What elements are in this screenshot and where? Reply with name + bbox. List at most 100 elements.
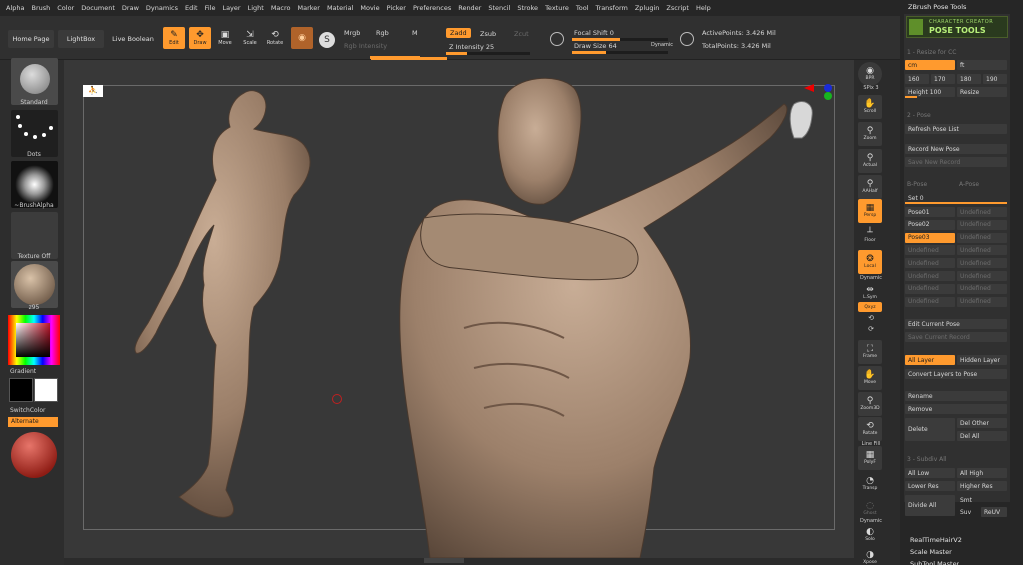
a-pose-slot[interactable]: Undefined bbox=[957, 283, 1007, 294]
draw-mode-button[interactable]: ✥ Draw bbox=[189, 27, 211, 49]
menu-item[interactable]: Marker bbox=[297, 4, 319, 12]
save-current-record-button[interactable]: Save Current Record bbox=[905, 332, 1007, 342]
menu-item[interactable]: Zscript bbox=[666, 4, 689, 12]
zoom3d-button[interactable]: ⚲ Zoom3D bbox=[858, 392, 882, 416]
menu-item[interactable]: Brush bbox=[31, 4, 50, 12]
save-new-record-button[interactable]: Save New Record bbox=[905, 157, 1007, 167]
menu-item[interactable]: Draw bbox=[122, 4, 139, 12]
menu-item[interactable]: Macro bbox=[271, 4, 291, 12]
menu-item[interactable]: Document bbox=[81, 4, 115, 12]
zsub-toggle[interactable]: Zsub bbox=[480, 30, 496, 38]
reuv-button[interactable]: ReUV bbox=[981, 507, 1007, 517]
z-intensity-track[interactable] bbox=[446, 52, 530, 55]
menu-item[interactable]: Movie bbox=[360, 4, 379, 12]
menu-item[interactable]: Stroke bbox=[517, 4, 538, 12]
menu-item[interactable]: File bbox=[205, 4, 216, 12]
convert-layers-button[interactable]: Convert Layers to Pose bbox=[905, 369, 1007, 379]
focal-shift-track[interactable] bbox=[572, 38, 668, 41]
a-pose-slot[interactable]: Undefined bbox=[957, 245, 1007, 256]
menu-item[interactable]: Picker bbox=[387, 4, 406, 12]
zadd-toggle[interactable]: Zadd bbox=[446, 28, 471, 38]
menu-item[interactable]: Light bbox=[248, 4, 264, 12]
a-pose-slot[interactable]: Undefined bbox=[957, 219, 1007, 230]
hidden-layer-toggle[interactable]: Hidden Layer bbox=[957, 355, 1007, 365]
switch-color-button[interactable]: SwitchColor bbox=[10, 407, 70, 414]
home-page-button[interactable]: Home Page bbox=[8, 30, 54, 48]
move-view-button[interactable]: ✋ Move bbox=[858, 366, 882, 390]
a-pose-slot[interactable]: Undefined bbox=[957, 207, 1007, 217]
rotate-view-button[interactable]: ⟲ Rotate bbox=[858, 417, 882, 441]
size-preset-button[interactable]: 160 bbox=[905, 74, 929, 84]
sculptris-button[interactable]: ◉ bbox=[291, 27, 313, 49]
menu-item[interactable]: Help bbox=[696, 4, 711, 12]
smt-toggle[interactable]: Smt bbox=[957, 495, 980, 505]
menu-item[interactable]: Alpha bbox=[6, 4, 24, 12]
rotate-mode-button[interactable]: ⟲ Rotate bbox=[264, 27, 286, 49]
mrgb-toggle[interactable]: Mrgb bbox=[344, 29, 360, 37]
zoom-button[interactable]: ⚲ Zoom bbox=[858, 122, 882, 146]
rename-button[interactable]: Rename bbox=[905, 391, 1007, 401]
b-pose-slot[interactable]: Pose01 bbox=[905, 207, 955, 217]
menu-item[interactable]: Transform bbox=[596, 4, 628, 12]
menu-item[interactable]: Material bbox=[327, 4, 353, 12]
scroll-button[interactable]: ✋ Scroll bbox=[858, 95, 882, 119]
menu-item[interactable]: Color bbox=[57, 4, 74, 12]
menu-item[interactable]: Render bbox=[458, 4, 481, 12]
bpr-button[interactable]: ◉ BPR bbox=[858, 62, 882, 86]
a-pose-slot[interactable]: Undefined bbox=[957, 232, 1007, 243]
xyz-button[interactable]: Qxyz bbox=[858, 302, 882, 312]
stroke-thumbnail[interactable] bbox=[11, 110, 58, 157]
color-picker-square[interactable] bbox=[16, 323, 50, 357]
rgb-intensity-slider[interactable]: Rgb Intensity bbox=[344, 42, 387, 50]
a-pose-slot[interactable]: Undefined bbox=[957, 271, 1007, 281]
divide-all-button[interactable]: Divide All bbox=[905, 495, 955, 516]
plugin-subtool-master[interactable]: SubTool Master bbox=[910, 560, 959, 565]
edit-current-pose-button[interactable]: Edit Current Pose bbox=[905, 319, 1007, 329]
z-intensity-slider[interactable]: Z Intensity 25 bbox=[449, 43, 494, 51]
b-pose-slot[interactable]: Pose03 bbox=[905, 232, 955, 243]
higher-res-button[interactable]: Higher Res bbox=[957, 481, 1007, 491]
local-button[interactable]: ❂ Local bbox=[858, 250, 882, 274]
alpha-thumbnail[interactable] bbox=[11, 161, 58, 208]
focal-shift-slider[interactable]: Focal Shift 0 bbox=[574, 29, 614, 37]
material-thumbnail[interactable] bbox=[11, 261, 58, 308]
floor-button[interactable]: ┴ Floor bbox=[858, 224, 882, 248]
solo-button[interactable]: ◐ Solo bbox=[858, 523, 882, 547]
delete-button[interactable]: Delete bbox=[905, 418, 955, 441]
menu-item[interactable]: Dynamics bbox=[146, 4, 178, 12]
menu-item[interactable]: Texture bbox=[545, 4, 569, 12]
draw-size-track[interactable] bbox=[572, 51, 668, 54]
rotation-free-icon[interactable]: ⟳ bbox=[856, 325, 886, 333]
b-pose-slot[interactable]: Undefined bbox=[905, 283, 955, 294]
zcut-toggle[interactable]: Zcut bbox=[514, 30, 529, 38]
lower-res-button[interactable]: Lower Res bbox=[905, 481, 955, 491]
resize-button[interactable]: Resize bbox=[957, 87, 1007, 97]
scale-mode-button[interactable]: ⇲ Scale bbox=[239, 27, 261, 49]
menu-item[interactable]: Layer bbox=[222, 4, 240, 12]
draw-size-icon[interactable] bbox=[680, 32, 694, 46]
record-new-pose-button[interactable]: Record New Pose bbox=[905, 144, 1007, 154]
all-low-button[interactable]: All Low bbox=[905, 468, 955, 478]
rotation-axis-icon[interactable]: ⟲ bbox=[856, 314, 886, 322]
size-preset-button[interactable]: 180 bbox=[957, 74, 981, 84]
main-color-swatch[interactable] bbox=[9, 378, 33, 402]
navigation-head-gizmo[interactable] bbox=[786, 98, 816, 148]
menu-item[interactable]: Edit bbox=[185, 4, 198, 12]
b-pose-slot[interactable]: Undefined bbox=[905, 271, 955, 281]
bottom-shelf-toggle[interactable] bbox=[424, 558, 464, 563]
lightbox-button[interactable]: LightBox bbox=[58, 30, 104, 48]
menu-item[interactable]: Zplugin bbox=[635, 4, 660, 12]
persp-button[interactable]: ▦ Persp bbox=[858, 199, 882, 223]
draw-size-slider[interactable]: Draw Size 64 bbox=[574, 42, 617, 50]
del-other-button[interactable]: Del Other bbox=[957, 418, 1007, 428]
b-pose-slot[interactable]: Pose02 bbox=[905, 219, 955, 230]
transp-button[interactable]: ◔ Transp bbox=[858, 472, 882, 496]
spix-slider[interactable]: SPix 3 bbox=[856, 85, 886, 91]
menu-item[interactable]: Preferences bbox=[413, 4, 451, 12]
aahalf-button[interactable]: ⚲ AAHalf bbox=[858, 175, 882, 199]
texture-thumbnail[interactable] bbox=[11, 212, 58, 259]
edit-mode-button[interactable]: ✎ Edit bbox=[163, 27, 185, 49]
move-mode-button[interactable]: ▣ Move bbox=[214, 27, 236, 49]
unit-ft-toggle[interactable]: ft bbox=[957, 60, 1007, 70]
b-pose-slot[interactable]: Undefined bbox=[905, 296, 955, 307]
